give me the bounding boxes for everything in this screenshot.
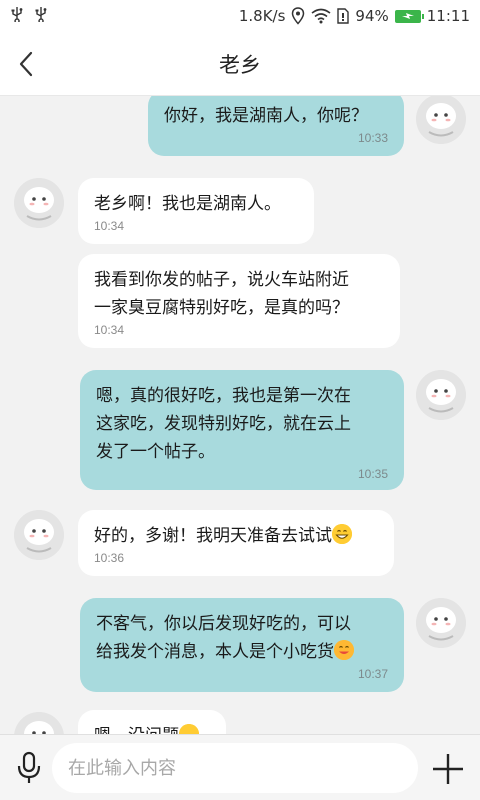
message-time: 10:37 — [357, 667, 388, 681]
network-speed: 1.8K/s — [238, 7, 286, 25]
microphone-icon — [17, 751, 41, 783]
message-list[interactable]: 你好，我是湖南人，你呢？ 10:33 老乡啊！我也是湖南人。 10:34 我看到… — [0, 96, 480, 734]
chevron-left-icon — [19, 51, 33, 77]
message-time: 10:35 — [357, 467, 388, 481]
input-bar — [0, 734, 480, 800]
usb-icon — [10, 6, 24, 26]
message-bubble-received[interactable]: 老乡啊！我也是湖南人。 10:34 — [78, 178, 314, 244]
message-text: 嗯，没问题 — [94, 726, 179, 734]
smile-emoji-icon — [334, 640, 354, 660]
message-text-row: 嗯，没问题 — [94, 722, 210, 734]
message-text-row: 给我发个消息，本人是个小吃货 — [96, 638, 388, 666]
message-text-row: 好的，多谢！我明天准备去试试 — [94, 522, 378, 550]
message-bubble-received[interactable]: 我看到你发的帖子，说火车站附近 一家臭豆腐特别好吃，是真的吗？ 10:34 — [78, 254, 400, 348]
message-time: 10:34 — [94, 219, 125, 233]
status-right: 1.8K/s 94% 11:11 — [239, 7, 470, 25]
battery-icon — [394, 9, 424, 23]
my-avatar[interactable] — [416, 370, 466, 420]
usb-icon — [34, 6, 48, 26]
location-icon — [291, 7, 305, 25]
message-time: 10:33 — [357, 131, 388, 145]
contact-avatar[interactable] — [14, 510, 64, 560]
message-bubble-sent[interactable]: 嗯，真的很好吃，我也是第一次在 这家吃，发现特别好吃，就在云上 发了一个帖子。 … — [80, 370, 404, 490]
message-text: 你好，我是湖南人，你呢？ — [164, 106, 368, 125]
chat-header: 老乡 — [0, 32, 480, 96]
grin-emoji-icon — [332, 524, 352, 544]
message-bubble-received[interactable]: 嗯，没问题 — [78, 710, 226, 734]
chat-title: 老乡 — [219, 52, 261, 77]
status-bar: 1.8K/s 94% 11:11 — [0, 0, 480, 32]
message-text-line: 这家吃，发现特别好吃，就在云上 — [96, 414, 351, 433]
smile-emoji-icon — [179, 724, 199, 734]
message-text-line: 不客气，你以后发现好吃的，可以 — [96, 614, 351, 633]
message-text-line: 一家臭豆腐特别好吃，是真的吗？ — [94, 298, 349, 317]
message-time: 10:36 — [94, 551, 125, 565]
contact-avatar[interactable] — [14, 712, 64, 734]
message-bubble-sent[interactable]: 不客气，你以后发现好吃的，可以 给我发个消息，本人是个小吃货 10:37 — [80, 598, 404, 692]
more-button[interactable] — [428, 749, 468, 789]
battery-percent: 94% — [355, 7, 389, 25]
message-input[interactable] — [52, 743, 418, 793]
message-text: 好的，多谢！我明天准备去试试 — [94, 526, 332, 545]
plus-icon — [433, 754, 463, 784]
message-bubble-received[interactable]: 好的，多谢！我明天准备去试试 10:36 — [78, 510, 394, 576]
message-text-line: 我看到你发的帖子，说火车站附近 — [94, 270, 349, 289]
wifi-icon — [311, 8, 331, 24]
message-text-line: 给我发个消息，本人是个小吃货 — [96, 642, 334, 661]
message-time: 10:34 — [94, 323, 125, 337]
message-bubble-sent[interactable]: 你好，我是湖南人，你呢？ 10:33 — [148, 96, 404, 156]
message-text: 老乡啊！我也是湖南人。 — [94, 194, 281, 213]
status-left — [10, 6, 48, 26]
voice-button[interactable] — [12, 749, 46, 787]
message-text-line: 发了一个帖子。 — [96, 442, 215, 461]
my-avatar[interactable] — [416, 96, 466, 144]
message-text-line: 嗯，真的很好吃，我也是第一次在 — [96, 386, 351, 405]
contact-avatar[interactable] — [14, 178, 64, 228]
back-button[interactable] — [8, 46, 44, 82]
sim-icon — [337, 8, 350, 24]
clock: 11:11 — [426, 7, 470, 25]
my-avatar[interactable] — [416, 598, 466, 648]
